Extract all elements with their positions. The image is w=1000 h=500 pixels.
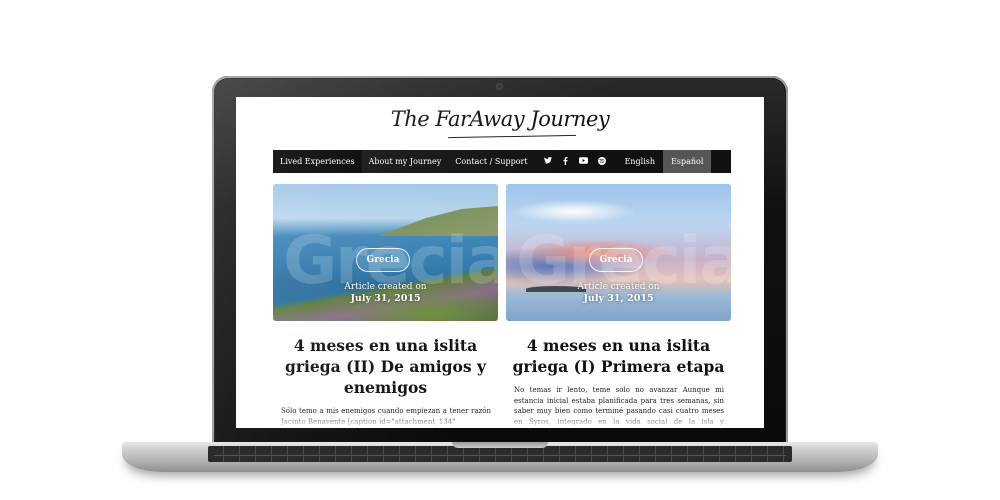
laptop-screen: The FarAway Journey Lived Experiences Ab…	[236, 97, 764, 428]
logo-underline	[448, 134, 576, 139]
created-label: Article created on	[344, 282, 427, 292]
post-title[interactable]: 4 meses en una islita griega (II) De ami…	[273, 335, 498, 398]
lang-english[interactable]: English	[617, 150, 664, 173]
post-title[interactable]: 4 meses en una islita griega (I) Primera…	[506, 335, 731, 377]
post-date: Article created on July 31, 2015	[273, 281, 498, 305]
post-card-image[interactable]: Grecia Grecia Article created on July 31…	[506, 184, 731, 321]
screen-bottom-fade	[236, 415, 764, 428]
lang-espanol[interactable]: Español	[663, 150, 712, 173]
site-logo[interactable]: The FarAway Journey	[236, 107, 764, 131]
date-value: July 31, 2015	[583, 293, 654, 304]
laptop-hinge-notch	[452, 442, 548, 448]
youtube-icon[interactable]	[575, 157, 593, 166]
category-badge[interactable]: Grecia	[589, 248, 643, 272]
keyboard-row-divider	[214, 455, 786, 456]
webcam-icon	[497, 84, 502, 89]
spotify-icon[interactable]	[593, 156, 611, 167]
created-label: Article created on	[577, 282, 660, 292]
main-nav: Lived Experiences About my Journey Conta…	[273, 150, 731, 173]
laptop-keyboard	[208, 446, 792, 462]
date-value: July 31, 2015	[350, 293, 421, 304]
nav-item-lived-experiences[interactable]: Lived Experiences	[273, 150, 362, 173]
social-links	[539, 156, 611, 167]
facebook-icon[interactable]	[557, 156, 575, 167]
nav-item-about[interactable]: About my Journey	[362, 150, 449, 173]
post-date: Article created on July 31, 2015	[506, 281, 731, 305]
nav-item-contact[interactable]: Contact / Support	[448, 150, 534, 173]
twitter-icon[interactable]	[539, 157, 557, 166]
category-badge[interactable]: Grecia	[356, 248, 410, 272]
post-card-image[interactable]: Grecia Grecia Article created on July 31…	[273, 184, 498, 321]
